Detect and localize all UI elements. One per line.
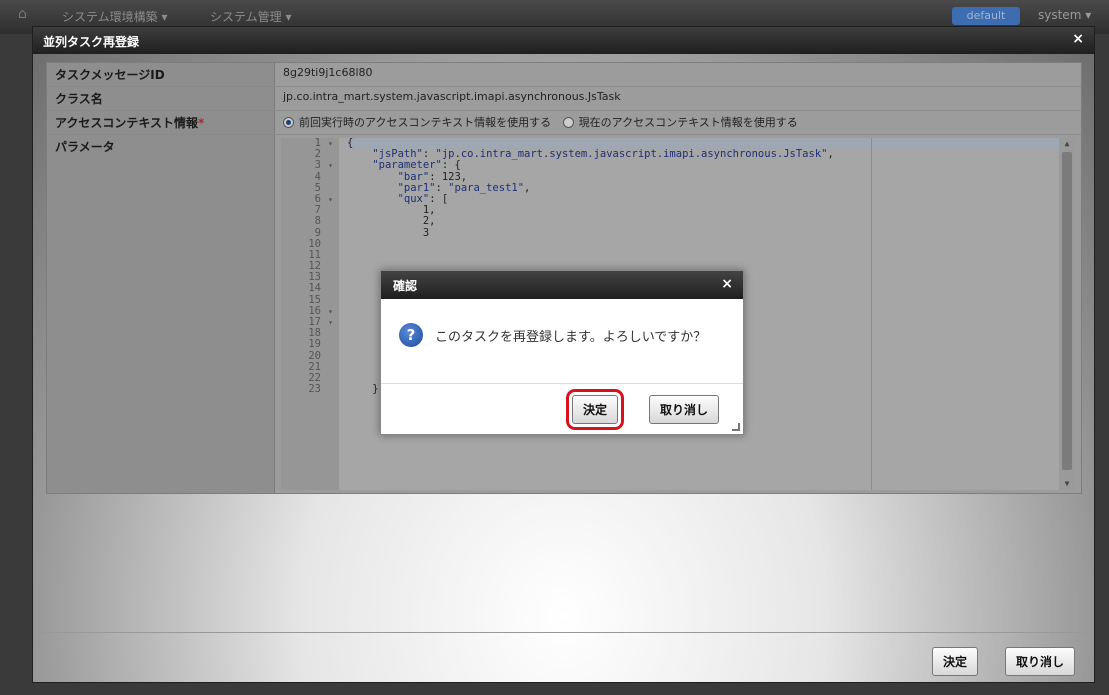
scroll-up-icon[interactable]: ▲ bbox=[1059, 139, 1075, 148]
code-line[interactable]: "par1": "para_test1", bbox=[347, 182, 1059, 194]
code-line[interactable]: 1, bbox=[347, 205, 1059, 216]
line-number: 3 bbox=[281, 160, 333, 172]
confirm-close-icon[interactable]: × bbox=[721, 276, 733, 292]
menu-system-environment[interactable]: システム環境構築 ▾ bbox=[62, 8, 167, 25]
dialog-footer: 決定 取り消し bbox=[33, 632, 1094, 682]
confirm-footer: 決定 取り消し bbox=[381, 383, 743, 434]
access-context-label-text: アクセスコンテキスト情報 bbox=[55, 116, 199, 130]
code-line[interactable]: 3 bbox=[347, 227, 1059, 239]
class-value: jp.co.intra_mart.system.javascript.imapi… bbox=[275, 87, 1081, 110]
line-number: 8 bbox=[314, 215, 321, 228]
scroll-down-icon[interactable]: ▼ bbox=[1059, 479, 1075, 488]
line-number: 17 bbox=[281, 316, 333, 328]
code-line[interactable]: 2, bbox=[347, 216, 1059, 227]
radio-previous-context-label[interactable]: 前回実行時のアクセスコンテキスト情報を使用する bbox=[299, 114, 551, 130]
tenant-badge[interactable]: default bbox=[952, 7, 1020, 25]
radio-previous-context[interactable]: 前回実行時のアクセスコンテキスト情報を使用する bbox=[283, 114, 551, 130]
line-number: 23 bbox=[308, 383, 321, 396]
confirm-body: ? このタスクを再登録します。よろしいですか？ bbox=[381, 299, 743, 384]
task-id-row: タスクメッセージID 8g29ti9j1c68l80 bbox=[47, 63, 1081, 87]
class-row: クラス名 jp.co.intra_mart.system.javascript.… bbox=[47, 87, 1081, 111]
confirm-title: 確認 bbox=[393, 279, 418, 293]
line-number: 9 bbox=[314, 226, 321, 239]
required-mark: * bbox=[198, 116, 205, 130]
print-margin-line bbox=[871, 138, 872, 490]
question-icon: ? bbox=[399, 323, 423, 347]
access-context-row: アクセスコンテキスト情報* 前回実行時のアクセスコンテキスト情報を使用する 現在… bbox=[47, 111, 1081, 135]
confirm-ok-button[interactable]: 決定 bbox=[565, 389, 625, 430]
radio-current-context[interactable]: 現在のアクセスコンテキスト情報を使用する bbox=[562, 114, 798, 130]
editor-scrollbar[interactable]: ▲ ▼ bbox=[1059, 138, 1075, 490]
close-icon[interactable]: × bbox=[1072, 31, 1084, 47]
radio-selected-icon[interactable] bbox=[283, 116, 294, 128]
code-line[interactable] bbox=[347, 239, 1059, 250]
radio-current-context-label[interactable]: 現在のアクセスコンテキスト情報を使用する bbox=[579, 114, 798, 130]
dialog-cancel-button[interactable]: 取り消し bbox=[1004, 647, 1075, 676]
line-number: 14 bbox=[308, 282, 321, 295]
line-number: 19 bbox=[308, 338, 321, 351]
resize-handle-icon[interactable] bbox=[732, 423, 740, 431]
access-context-options: 前回実行時のアクセスコンテキスト情報を使用する 現在のアクセスコンテキスト情報を… bbox=[275, 111, 1081, 134]
dialog-ok-button[interactable]: 決定 bbox=[931, 647, 978, 676]
home-icon[interactable]: ⌂ bbox=[18, 6, 27, 22]
code-line[interactable] bbox=[347, 250, 1059, 261]
task-id-label: タスクメッセージID bbox=[47, 63, 275, 86]
confirm-cancel-button[interactable]: 取り消し bbox=[649, 395, 720, 424]
menu-system-admin[interactable]: システム管理 ▾ bbox=[210, 8, 291, 25]
confirm-message: このタスクを再登録します。よろしいですか？ bbox=[435, 330, 707, 345]
radio-unselected-icon[interactable] bbox=[562, 116, 574, 128]
dialog-title: 並列タスク再登録 bbox=[43, 35, 140, 49]
line-number: 1 bbox=[281, 138, 333, 149]
user-menu[interactable]: system ▾ bbox=[1038, 8, 1091, 22]
class-label: クラス名 bbox=[47, 87, 275, 110]
code-line[interactable]: "qux": [ bbox=[347, 193, 1059, 205]
access-context-label: アクセスコンテキスト情報* bbox=[47, 111, 275, 134]
task-id-value: 8g29ti9j1c68l80 bbox=[275, 63, 1081, 86]
line-number-gutter: 1234567891011121314151617181920212223 bbox=[281, 138, 339, 490]
parameter-label: パラメータ bbox=[47, 135, 275, 493]
dialog-titlebar: 並列タスク再登録 × bbox=[33, 27, 1094, 54]
confirm-titlebar: 確認 × bbox=[381, 271, 743, 299]
scrollbar-thumb[interactable] bbox=[1062, 152, 1072, 470]
confirm-dialog: 確認 × ? このタスクを再登録します。よろしいですか？ 決定 取り消し bbox=[380, 270, 744, 435]
line-number: 6 bbox=[281, 193, 333, 205]
